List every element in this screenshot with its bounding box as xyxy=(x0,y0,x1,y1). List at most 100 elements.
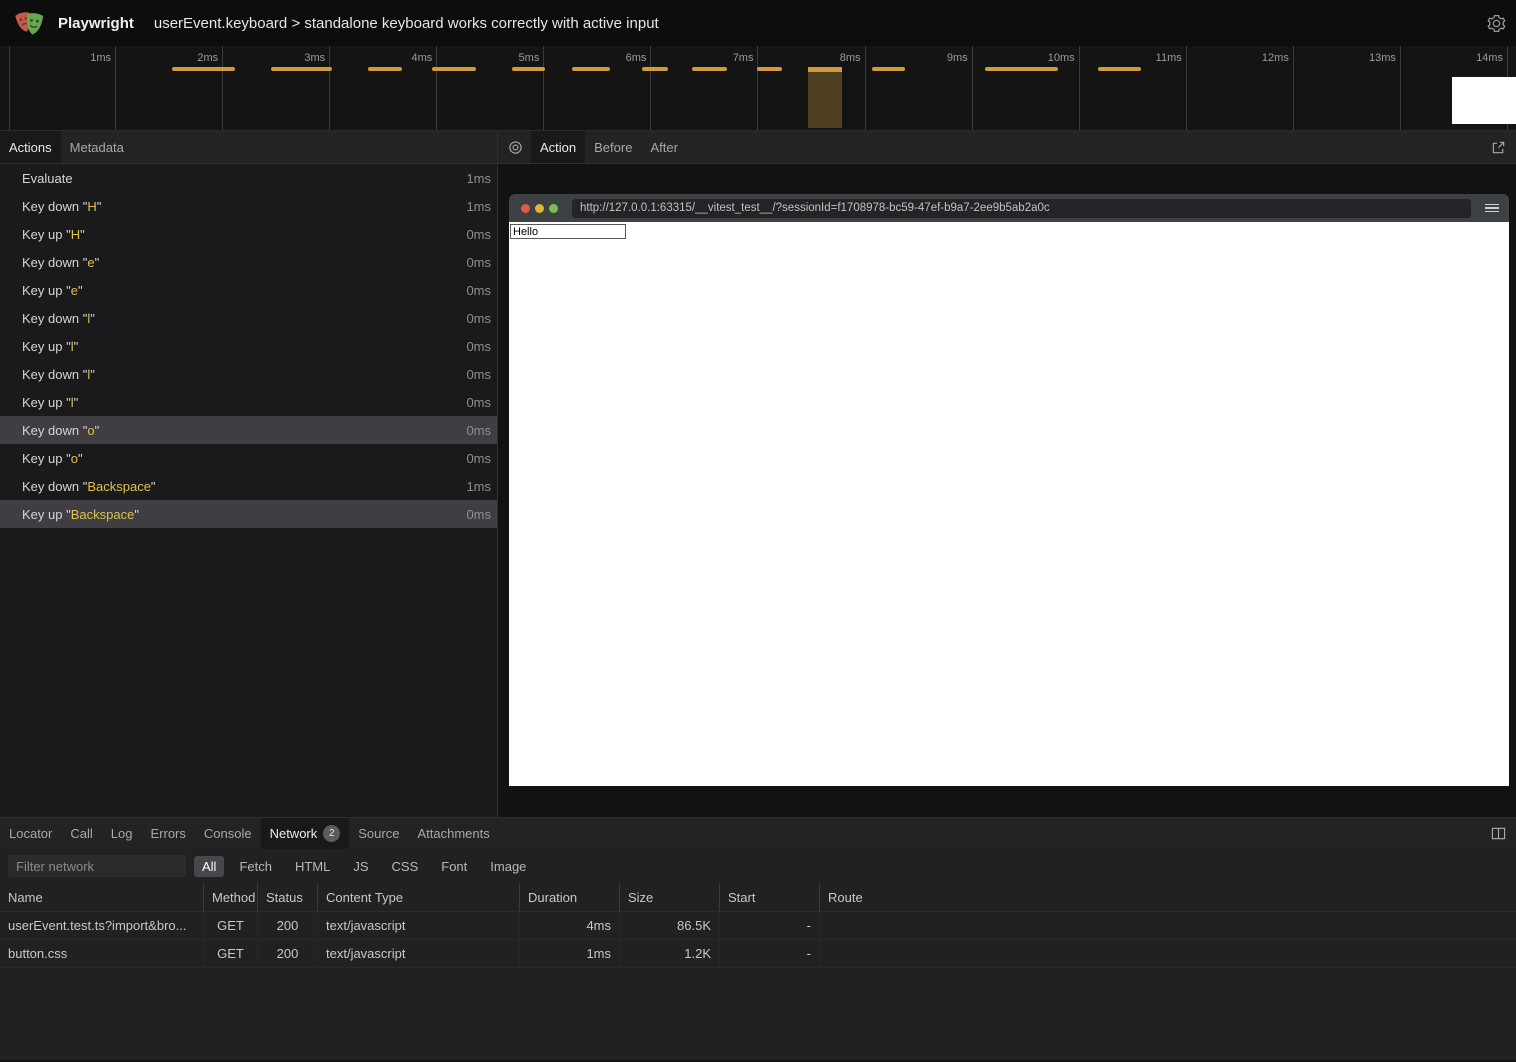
timeline-action-bar[interactable] xyxy=(1098,67,1141,71)
action-list-item[interactable]: Key down "e"0ms xyxy=(0,248,497,276)
action-list-item[interactable]: Key down "o"0ms xyxy=(0,416,497,444)
tab-attachments[interactable]: Attachments xyxy=(408,818,498,849)
timeline-action-bar[interactable] xyxy=(572,67,610,71)
app-title: Playwright xyxy=(58,15,134,32)
action-label: Key down "H" xyxy=(22,199,101,214)
timeline-cell[interactable]: 11ms xyxy=(1080,46,1187,130)
tab-console[interactable]: Console xyxy=(195,818,261,849)
main-split: Actions Metadata Evaluate1msKey down "H"… xyxy=(0,131,1516,817)
timeline-cell[interactable]: 12ms xyxy=(1187,46,1294,130)
snapshot-panel: Action Before After xyxy=(498,131,1516,817)
open-snapshot-external-link-icon[interactable] xyxy=(1491,131,1516,163)
timeline-film-thumbnail[interactable] xyxy=(1452,77,1516,124)
timeline-action-bar[interactable] xyxy=(692,67,727,71)
action-list-item[interactable]: Key down "l"0ms xyxy=(0,304,497,332)
network-cell-content-type: text/javascript xyxy=(318,912,520,939)
action-label: Key down "l" xyxy=(22,311,95,326)
action-label: Key up "H" xyxy=(22,227,85,242)
action-list-item[interactable]: Evaluate1ms xyxy=(0,164,497,192)
tab-after[interactable]: After xyxy=(641,131,686,163)
timeline-cell[interactable]: 6ms xyxy=(544,46,651,130)
actions-tabstrip: Actions Metadata xyxy=(0,131,497,164)
timeline-tick-label: 2ms xyxy=(197,52,218,64)
timeline-tick-label: 10ms xyxy=(1048,52,1075,64)
tab-metadata[interactable]: Metadata xyxy=(61,131,133,163)
traffic-light-green-icon xyxy=(549,204,558,213)
timeline-cell[interactable]: 4ms xyxy=(330,46,437,130)
tab-log[interactable]: Log xyxy=(102,818,142,849)
browser-chrome: http://127.0.0.1:63315/__vitest_test__/?… xyxy=(509,194,1509,222)
timeline-action-bar[interactable] xyxy=(368,67,402,71)
action-duration: 0ms xyxy=(466,339,491,354)
tab-action[interactable]: Action xyxy=(531,131,585,163)
timeline-action-bar[interactable] xyxy=(271,67,332,71)
timeline-action-bar[interactable] xyxy=(757,67,782,71)
page-text-input[interactable] xyxy=(510,224,626,239)
network-cell-method: GET xyxy=(204,912,258,939)
action-list-item[interactable]: Key up "H"0ms xyxy=(0,220,497,248)
timeline-cell[interactable]: 2ms xyxy=(116,46,223,130)
network-cell-status: 200 xyxy=(258,912,318,939)
timeline-cell[interactable]: 9ms xyxy=(866,46,973,130)
action-key-value: o xyxy=(71,451,78,466)
tab-before[interactable]: Before xyxy=(585,131,641,163)
timeline-action-bar[interactable] xyxy=(642,67,668,71)
tab-network[interactable]: Network 2 xyxy=(261,818,350,849)
timeline-cell[interactable]: 1ms xyxy=(9,46,116,130)
action-duration: 0ms xyxy=(466,255,491,270)
timeline-selected-range[interactable] xyxy=(808,67,842,128)
action-list-item[interactable]: Key up "l"0ms xyxy=(0,332,497,360)
timeline-action-bar[interactable] xyxy=(512,67,545,71)
split-panel-toggle-icon[interactable] xyxy=(1491,818,1516,849)
network-cell-size: 1.2K xyxy=(620,940,720,967)
browser-menu-icon xyxy=(1485,204,1499,213)
timeline-cell[interactable]: 7ms xyxy=(651,46,758,130)
action-label: Evaluate xyxy=(22,171,73,186)
chip-fetch[interactable]: Fetch xyxy=(231,856,280,877)
timeline-action-bar[interactable] xyxy=(985,67,1058,71)
timeline-action-bar[interactable] xyxy=(872,67,905,71)
tab-errors[interactable]: Errors xyxy=(141,818,194,849)
traffic-light-yellow-icon xyxy=(535,204,544,213)
timeline-strip[interactable]: 1ms2ms3ms4ms5ms6ms7ms8ms9ms10ms11ms12ms1… xyxy=(0,46,1516,131)
network-filter-input[interactable] xyxy=(8,855,186,877)
column-header-name: Name xyxy=(0,883,204,911)
action-list-item[interactable]: Key down "Backspace"1ms xyxy=(0,472,497,500)
timeline-action-bar[interactable] xyxy=(172,67,235,71)
timeline-cell[interactable]: 13ms xyxy=(1294,46,1401,130)
settings-gear-icon[interactable] xyxy=(1487,14,1506,33)
network-cell-content-type: text/javascript xyxy=(318,940,520,967)
chip-image[interactable]: Image xyxy=(482,856,534,877)
action-list-item[interactable]: Key up "e"0ms xyxy=(0,276,497,304)
network-request-row[interactable]: userEvent.test.ts?import&bro...GET200tex… xyxy=(0,912,1516,940)
pick-locator-target-icon[interactable] xyxy=(498,131,531,163)
action-list-item[interactable]: Key down "H"1ms xyxy=(0,192,497,220)
network-request-row[interactable]: button.cssGET200text/javascript1ms1.2K- xyxy=(0,940,1516,968)
action-list-item[interactable]: Key up "o"0ms xyxy=(0,444,497,472)
network-cell-name: button.css xyxy=(0,940,204,967)
tab-source[interactable]: Source xyxy=(349,818,408,849)
tab-source-label: Source xyxy=(358,826,399,841)
chip-js[interactable]: JS xyxy=(345,856,376,877)
timeline-cell[interactable]: 5ms xyxy=(437,46,544,130)
action-list-item[interactable]: Key down "l"0ms xyxy=(0,360,497,388)
tab-actions[interactable]: Actions xyxy=(0,131,61,163)
timeline-cell[interactable]: 3ms xyxy=(223,46,330,130)
actions-panel: Actions Metadata Evaluate1msKey down "H"… xyxy=(0,131,498,817)
tab-locator[interactable]: Locator xyxy=(0,818,61,849)
window-traffic-lights xyxy=(521,204,558,213)
action-list-item[interactable]: Key up "Backspace"0ms xyxy=(0,500,497,528)
action-label: Key down "l" xyxy=(22,367,95,382)
timeline-tick-label: 1ms xyxy=(90,52,111,64)
action-label: Key up "o" xyxy=(22,451,83,466)
timeline-tick-label: 4ms xyxy=(411,52,432,64)
chip-css[interactable]: CSS xyxy=(384,856,427,877)
chip-all[interactable]: All xyxy=(194,856,224,877)
chip-font[interactable]: Font xyxy=(433,856,475,877)
action-list-item[interactable]: Key up "l"0ms xyxy=(0,388,497,416)
column-header-start: Start xyxy=(720,883,820,911)
chip-html[interactable]: HTML xyxy=(287,856,338,877)
tab-call[interactable]: Call xyxy=(61,818,101,849)
timeline-action-bar[interactable] xyxy=(432,67,476,71)
timeline-cell[interactable]: 10ms xyxy=(973,46,1080,130)
